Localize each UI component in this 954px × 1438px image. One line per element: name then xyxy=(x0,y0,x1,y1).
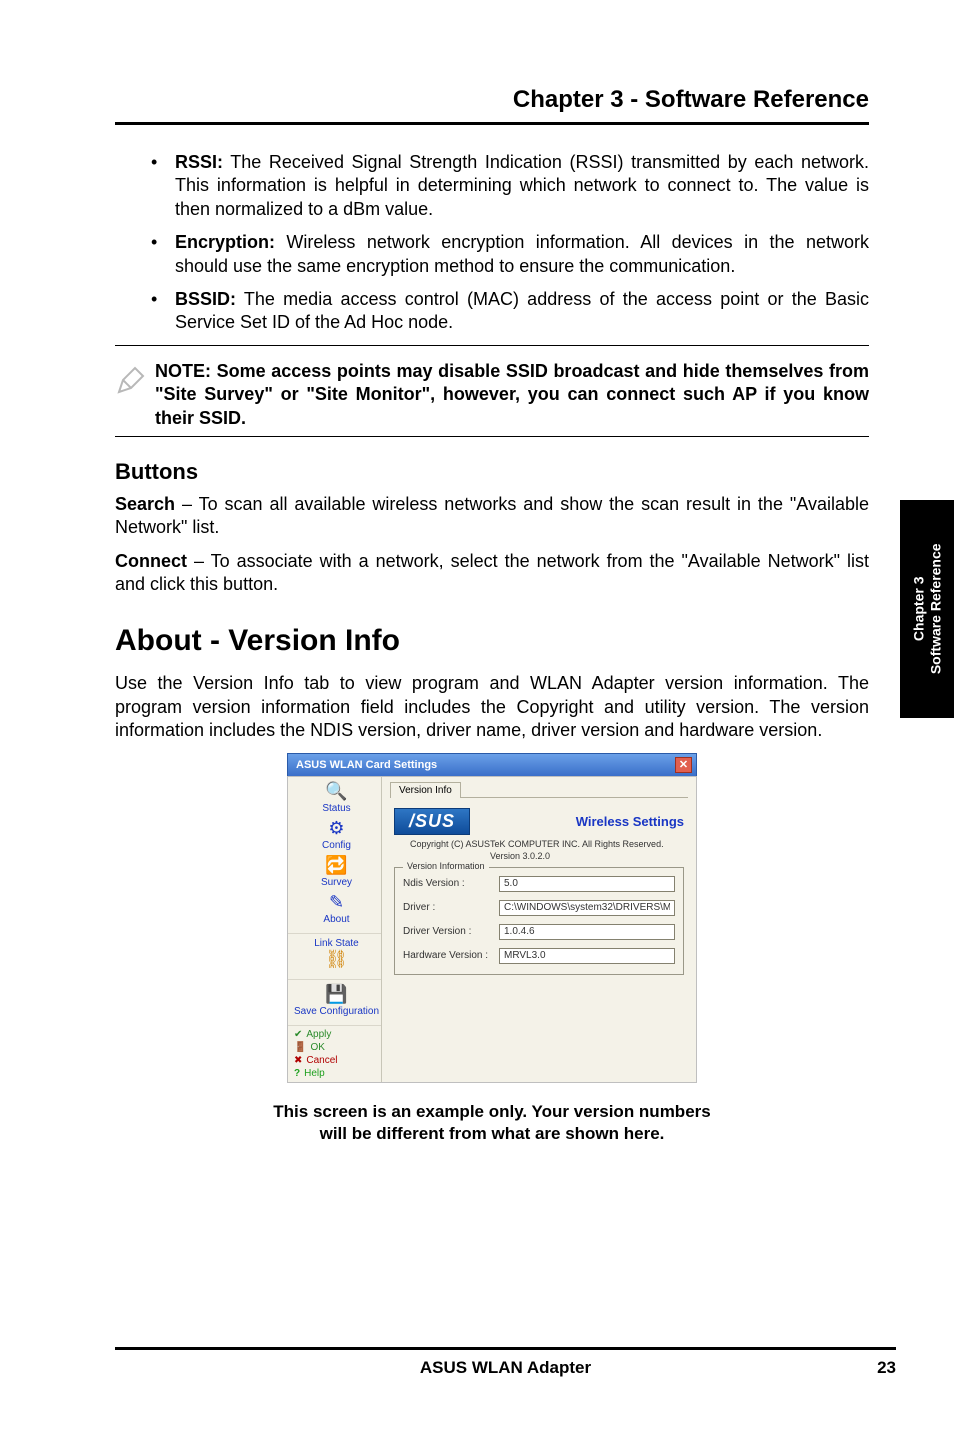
sidebar-label: Config xyxy=(322,840,351,851)
bullet-body: The media access control (MAC) address o… xyxy=(175,289,869,332)
note-block: NOTE: Some access points may disable SSI… xyxy=(115,360,869,430)
dialog-sidebar: 🔍 Status ⚙ Config 🔁 Survey ✎ About xyxy=(288,777,382,1082)
bullet-term: Encryption: xyxy=(175,232,275,252)
chapter-title: Chapter 3 - Software Reference xyxy=(115,86,869,114)
dialog-titlebar[interactable]: ASUS WLAN Card Settings ✕ xyxy=(287,753,697,776)
check-icon: ✔ xyxy=(294,1029,302,1040)
field-label: Ndis Version : xyxy=(403,878,491,889)
note-divider-bottom xyxy=(115,436,869,437)
dialog-main: Version Info /SUS Wireless Settings Copy… xyxy=(382,777,696,1082)
search-rest: – To scan all available wireless network… xyxy=(115,494,869,537)
page-body: Chapter 3 - Software Reference • RSSI: T… xyxy=(0,0,954,1205)
screenshot-caption: This screen is an example only. Your ver… xyxy=(115,1101,869,1145)
field-driver-version: Driver Version : xyxy=(403,924,675,940)
search-para: Search – To scan all available wireless … xyxy=(115,493,869,540)
sidebar-item-survey[interactable]: 🔁 Survey xyxy=(292,855,381,888)
sidebar-item-save-config[interactable]: 💾 Save Configuration xyxy=(292,984,381,1017)
asus-logo: /SUS xyxy=(394,808,470,835)
field-driver: Driver : xyxy=(403,900,675,916)
connect-rest: – To associate with a network, select th… xyxy=(115,551,869,594)
bullet-bssid: • BSSID: The media access control (MAC) … xyxy=(151,288,869,335)
side-tab-line1: Chapter 3 xyxy=(910,544,927,675)
pencil-icon xyxy=(115,364,155,401)
version-fieldset: Version Information Ndis Version : Drive… xyxy=(394,867,684,975)
footer-center-text: ASUS WLAN Adapter xyxy=(115,1358,896,1378)
sb-link-label: Help xyxy=(304,1068,325,1079)
sidebar-item-config[interactable]: ⚙ Config xyxy=(292,818,381,851)
wireless-settings-title: Wireless Settings xyxy=(576,814,684,829)
field-label: Driver Version : xyxy=(403,926,491,937)
link-state-icon: ⛓ xyxy=(324,949,350,971)
sidebar-label: Survey xyxy=(321,877,352,888)
close-icon: ✕ xyxy=(679,758,688,771)
save-icon: 💾 xyxy=(324,984,350,1006)
search-term: Search xyxy=(115,494,175,514)
connect-para: Connect – To associate with a network, s… xyxy=(115,550,869,597)
settings-dialog: ASUS WLAN Card Settings ✕ 🔍 Status ⚙ Con… xyxy=(287,753,697,1083)
tab-strip: Version Info xyxy=(390,781,688,798)
apply-button[interactable]: ✔ Apply xyxy=(288,1028,381,1041)
bullet-rssi: • RSSI: The Received Signal Strength Ind… xyxy=(151,151,869,221)
status-icon: 🔍 xyxy=(324,781,350,803)
bullet-icon: • xyxy=(151,231,175,278)
fieldset-legend: Version Information xyxy=(403,861,489,871)
config-icon: ⚙ xyxy=(324,818,350,840)
survey-icon: 🔁 xyxy=(324,855,350,877)
sb-link-label: Apply xyxy=(306,1029,331,1040)
sidebar-label: Status xyxy=(322,803,350,814)
driver-path-field[interactable] xyxy=(499,900,675,916)
side-tab-line2: Software Reference xyxy=(927,544,944,675)
driver-version-field[interactable] xyxy=(499,924,675,940)
bullet-body: Wireless network encryption information.… xyxy=(175,232,869,275)
ndis-version-field[interactable] xyxy=(499,876,675,892)
connect-term: Connect xyxy=(115,551,187,571)
bullet-term: RSSI: xyxy=(175,152,223,172)
x-icon: ✖ xyxy=(294,1055,302,1066)
caption-line1: This screen is an example only. Your ver… xyxy=(273,1102,710,1121)
field-ndis: Ndis Version : xyxy=(403,876,675,892)
note-divider-top xyxy=(115,345,869,346)
caption-line2: will be different from what are shown he… xyxy=(320,1124,665,1143)
bullet-list: • RSSI: The Received Signal Strength Ind… xyxy=(151,151,869,335)
sb-link-label: OK xyxy=(310,1042,324,1053)
bullet-term: BSSID: xyxy=(175,289,236,309)
about-icon: ✎ xyxy=(324,892,350,914)
field-hardware-version: Hardware Version : xyxy=(403,948,675,964)
door-icon: 🚪 xyxy=(294,1042,306,1053)
cancel-button[interactable]: ✖ Cancel xyxy=(288,1054,381,1067)
note-text: NOTE: Some access points may disable SSI… xyxy=(155,360,869,430)
divider-top xyxy=(115,122,869,125)
sidebar-item-link-state[interactable]: Link State ⛓ xyxy=(292,938,381,971)
bullet-encryption: • Encryption: Wireless network encryptio… xyxy=(151,231,869,278)
help-button[interactable]: ? Help xyxy=(288,1067,381,1080)
page-side-tab: Chapter 3 Software Reference xyxy=(900,500,954,718)
dialog-body: 🔍 Status ⚙ Config 🔁 Survey ✎ About xyxy=(287,776,697,1083)
field-label: Hardware Version : xyxy=(403,950,491,961)
program-version: Version 3.0.2.0 xyxy=(490,851,684,861)
bullet-body: The Received Signal Strength Indication … xyxy=(175,152,869,219)
about-para: Use the Version Info tab to view program… xyxy=(115,672,869,742)
sidebar-item-status[interactable]: 🔍 Status xyxy=(292,781,381,814)
copyright-text: Copyright (C) ASUSTeK COMPUTER INC. All … xyxy=(410,839,684,849)
sidebar-label: Link State xyxy=(314,938,358,949)
close-button[interactable]: ✕ xyxy=(675,757,692,773)
buttons-heading: Buttons xyxy=(115,459,869,485)
dialog-title: ASUS WLAN Card Settings xyxy=(296,759,437,771)
sidebar-label: About xyxy=(323,914,349,925)
bullet-icon: • xyxy=(151,288,175,335)
bullet-icon: • xyxy=(151,151,175,221)
sidebar-label: Save Configuration xyxy=(294,1006,379,1017)
tab-version-info[interactable]: Version Info xyxy=(390,782,461,798)
sidebar-item-about[interactable]: ✎ About xyxy=(292,892,381,925)
help-icon: ? xyxy=(294,1068,300,1079)
hardware-version-field[interactable] xyxy=(499,948,675,964)
about-heading: About - Version Info xyxy=(115,624,869,658)
page-footer: ASUS WLAN Adapter 23 xyxy=(115,1347,896,1378)
ok-button[interactable]: 🚪 OK xyxy=(288,1041,381,1054)
field-label: Driver : xyxy=(403,902,491,913)
sb-link-label: Cancel xyxy=(306,1055,337,1066)
